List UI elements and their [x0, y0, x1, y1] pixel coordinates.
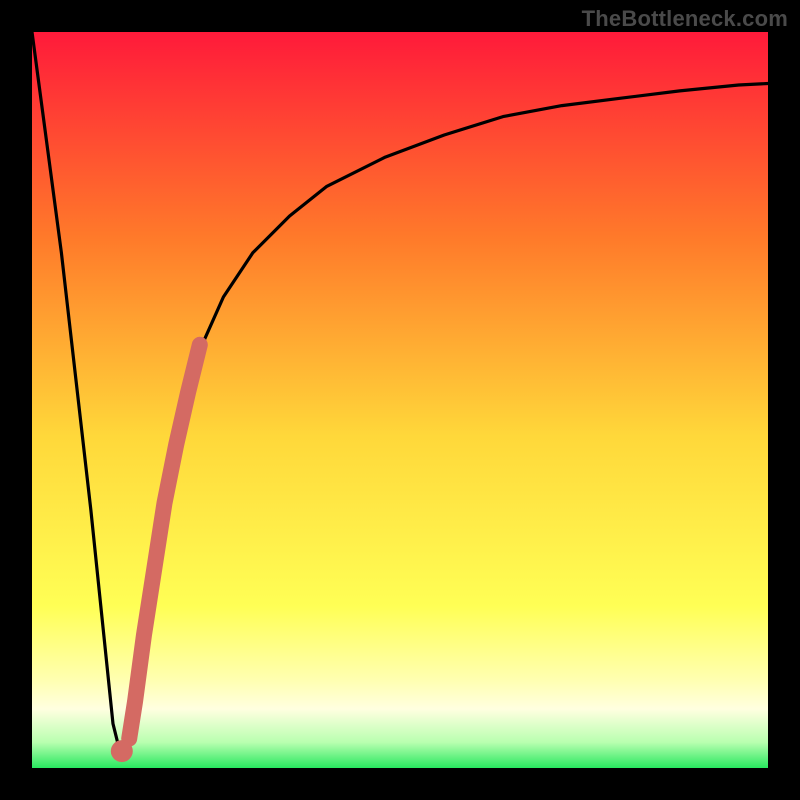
- chart-frame: TheBottleneck.com: [0, 0, 800, 800]
- plot-area: [32, 32, 768, 768]
- watermark-text: TheBottleneck.com: [582, 6, 788, 32]
- chart-svg: [32, 32, 768, 768]
- highlight-dot: [111, 740, 133, 762]
